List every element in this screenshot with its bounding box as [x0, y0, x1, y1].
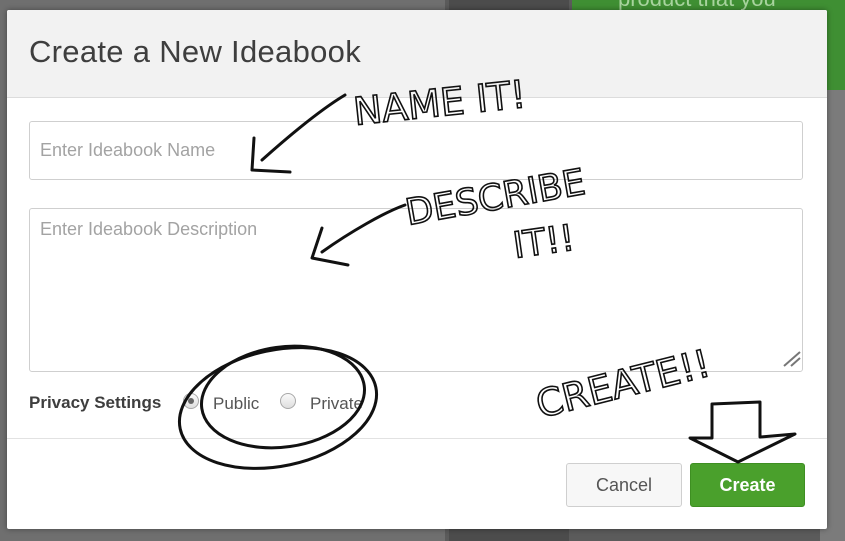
dialog-title: Create a New Ideabook [29, 34, 361, 69]
create-ideabook-dialog: Create a New Ideabook Privacy Settings P… [7, 10, 827, 529]
cancel-button[interactable]: Cancel [566, 463, 682, 507]
privacy-settings: Privacy Settings Public Private [29, 388, 529, 418]
ideabook-description-input[interactable] [29, 208, 803, 372]
create-button[interactable]: Create [690, 463, 805, 507]
privacy-private-label[interactable]: Private [310, 394, 363, 414]
dialog-header: Create a New Ideabook [7, 10, 827, 98]
privacy-public-label[interactable]: Public [213, 394, 259, 414]
privacy-public-radio[interactable] [183, 393, 199, 409]
ideabook-name-input[interactable] [29, 121, 803, 180]
privacy-private-radio[interactable] [280, 393, 296, 409]
resize-handle-icon[interactable] [780, 348, 802, 368]
footer-divider [7, 438, 827, 439]
privacy-settings-label: Privacy Settings [29, 393, 162, 412]
